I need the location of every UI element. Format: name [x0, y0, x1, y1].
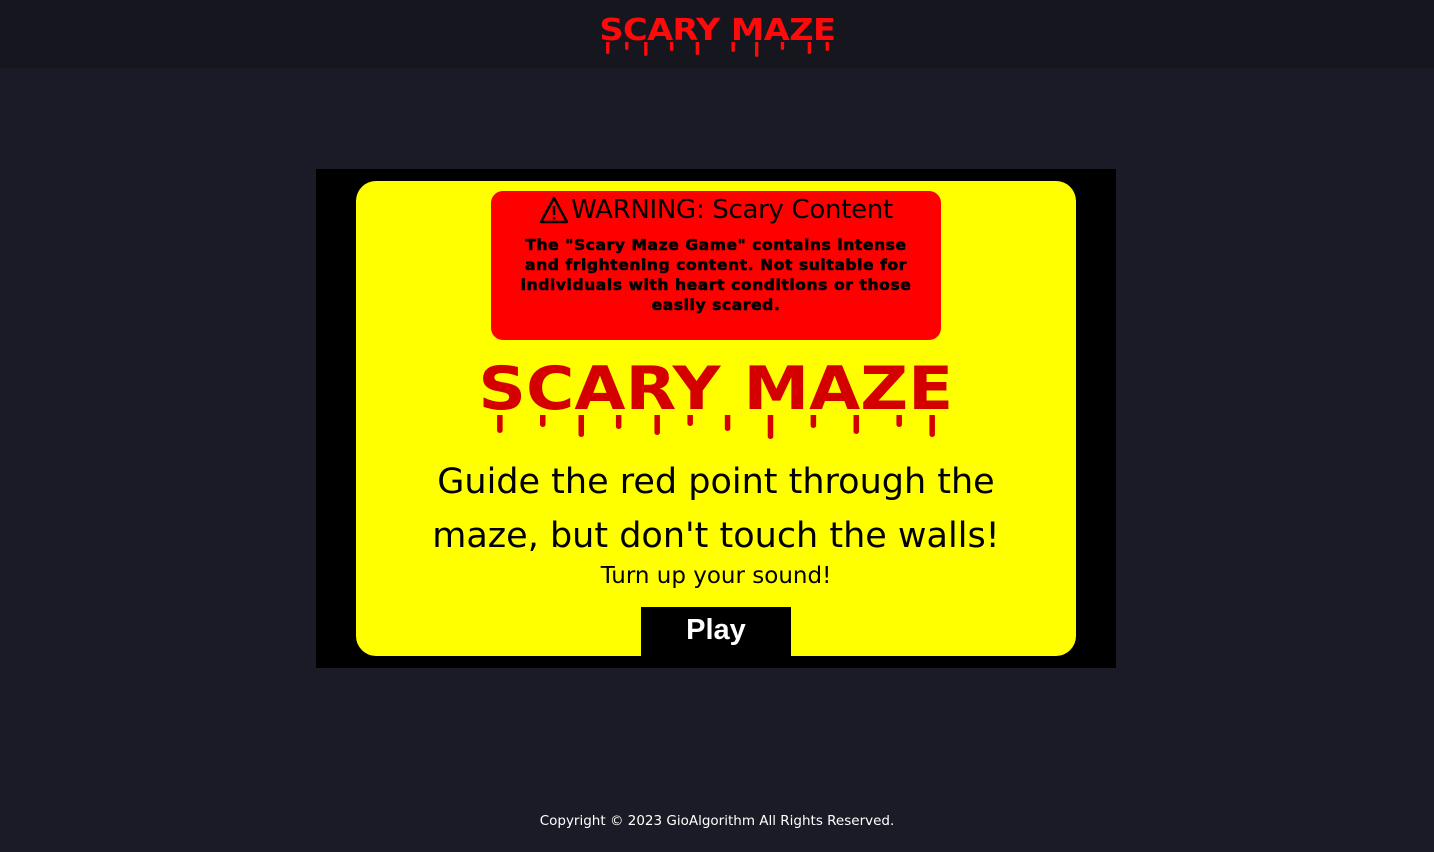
play-button[interactable]: Play [641, 607, 791, 656]
sound-hint: Turn up your sound! [600, 563, 832, 589]
footer-copyright: Copyright © 2023 GioAlgorithm All Rights… [539, 813, 895, 829]
warning-description: The "Scary Maze Game" contains intense a… [520, 236, 912, 315]
site-logo[interactable]: SCARY MAZE [598, 13, 836, 57]
site-logo-text: SCARY MAZE [598, 13, 836, 48]
top-header: SCARY MAZE [0, 0, 1434, 68]
warning-title-text: WARNING: Scary Content [571, 195, 893, 225]
game-frame: WARNING: Scary Content The "Scary Maze G… [316, 169, 1116, 668]
game-title-logo: SCARY MAZE [479, 359, 953, 439]
game-title: SCARY MAZE [356, 359, 1076, 439]
warning-box: WARNING: Scary Content The "Scary Maze G… [491, 191, 941, 340]
game-title-text: SCARY MAZE [478, 354, 954, 424]
warning-title: WARNING: Scary Content [491, 195, 941, 225]
warning-triangle-icon [539, 196, 569, 224]
game-instructions: Guide the red point through the maze, bu… [432, 462, 1000, 556]
logo-blood-drips [599, 42, 835, 76]
start-screen-panel: WARNING: Scary Content The "Scary Maze G… [356, 181, 1076, 656]
